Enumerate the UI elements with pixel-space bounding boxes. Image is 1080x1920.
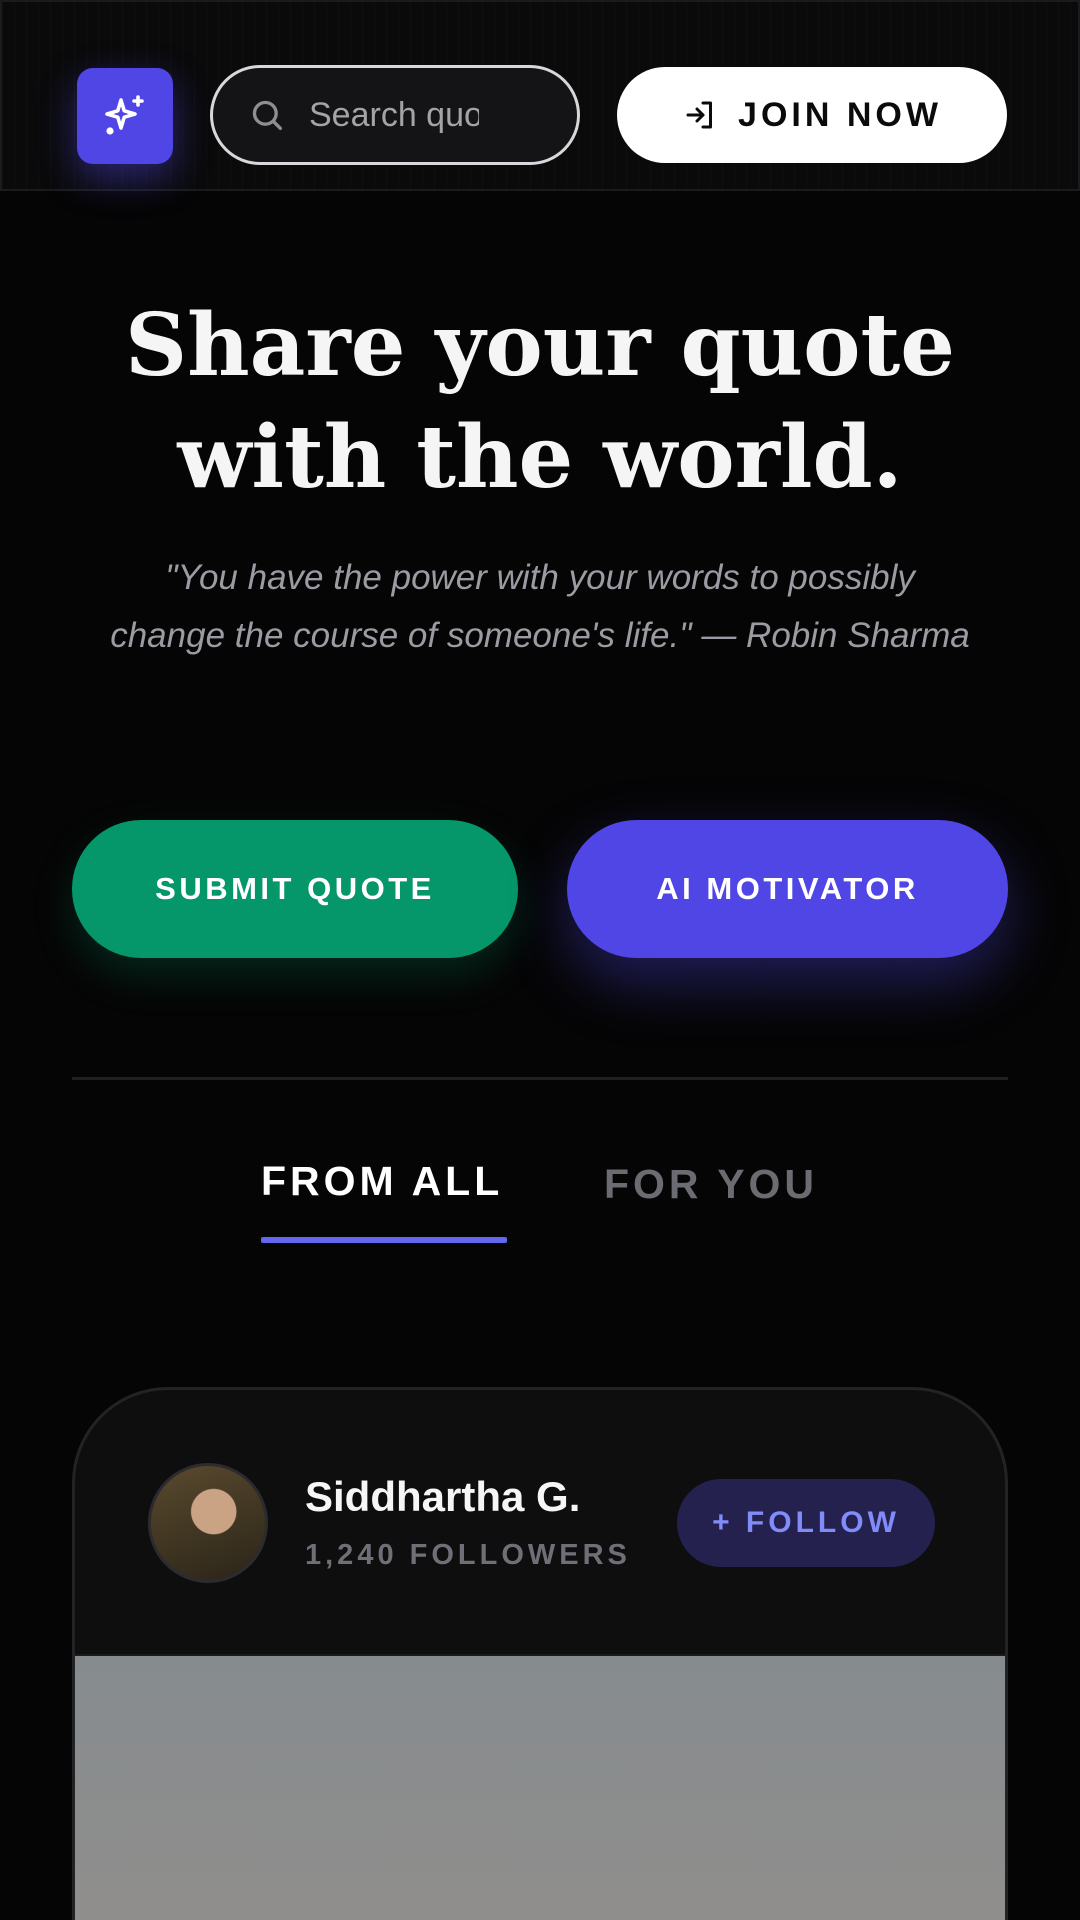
quote-card-image: [75, 1654, 1005, 1920]
ai-motivator-label: AI MOTIVATOR: [656, 871, 919, 906]
hero-title-line-2: with the world.: [177, 407, 903, 508]
tab-from-all[interactable]: FROM ALL: [261, 1158, 503, 1205]
follower-count: 1,240 FOLLOWERS: [305, 1539, 631, 1571]
join-now-label: JOIN NOW: [738, 95, 942, 134]
image-scenery: [75, 1874, 1005, 1920]
app-page: JOIN NOW Share your quote with the world…: [0, 0, 1080, 1920]
follow-label: + FOLLOW: [712, 1506, 900, 1539]
search-input[interactable]: [309, 95, 479, 135]
submit-quote-label: SUBMIT QUOTE: [155, 871, 435, 906]
hero-title: Share your quote with the world.: [60, 290, 1020, 514]
avatar[interactable]: [148, 1463, 268, 1583]
hero-quote: "You have the power with your words to p…: [110, 558, 970, 655]
quote-card: Siddhartha G. 1,240 FOLLOWERS + FOLLOW: [72, 1387, 1008, 1920]
user-name[interactable]: Siddhartha G.: [305, 1473, 580, 1521]
log-in-icon: [686, 101, 713, 129]
follow-button[interactable]: + FOLLOW: [677, 1479, 935, 1567]
section-divider: [72, 1077, 1008, 1080]
submit-quote-button[interactable]: SUBMIT QUOTE: [72, 820, 518, 958]
ai-motivator-button[interactable]: AI MOTIVATOR: [567, 820, 1008, 958]
join-now-button[interactable]: JOIN NOW: [617, 67, 1007, 163]
search-bar[interactable]: [210, 65, 580, 165]
top-header: JOIN NOW: [0, 0, 1080, 191]
hero-title-line-1: Share your quote: [125, 295, 955, 396]
search-icon: [252, 100, 282, 130]
logo-button[interactable]: [77, 68, 173, 164]
tab-for-you[interactable]: FOR YOU: [604, 1161, 818, 1208]
active-tab-indicator: [261, 1237, 507, 1243]
sparkles-icon: [105, 95, 144, 135]
